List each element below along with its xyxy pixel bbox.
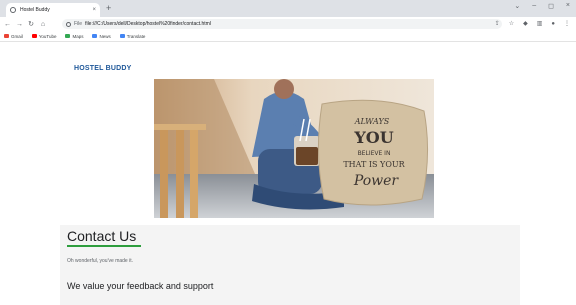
close-tab-icon[interactable]: ×	[92, 7, 96, 13]
info-icon[interactable]	[66, 21, 71, 27]
toolbar-right-icons: ⇪ ☆ ◆ ▥ ● ⋮	[495, 19, 570, 29]
bookmark-news-icon	[92, 34, 98, 38]
bookmark-star-icon[interactable]: ☆	[509, 19, 514, 29]
page-content: HOSTEL BUDDY ALWAYS YOU BELIEVE IN THAT …	[0, 42, 576, 305]
pillow-text-line2: YOU	[353, 128, 393, 147]
tab-search-icon[interactable]: ⌄	[514, 2, 520, 10]
hero-image: ALWAYS YOU BELIEVE IN THAT IS YOUR Power	[154, 79, 434, 218]
back-arrow-icon[interactable]: ←	[4, 21, 11, 28]
tab-bar: Hostel Buddy × + ⌄ – ◻ ×	[0, 0, 576, 17]
url-text[interactable]: file:///C:/Users/dell/Desktop/hostel%20f…	[85, 21, 211, 27]
feedback-heading: We value your feedback and support	[67, 281, 214, 291]
bookmark-youtube[interactable]: YouTube	[31, 33, 57, 39]
browser-tab[interactable]: Hostel Buddy ×	[6, 3, 100, 17]
new-tab-button[interactable]: +	[106, 3, 111, 14]
share-icon[interactable]: ⇪	[495, 19, 500, 29]
pillow-text-line1: ALWAYS	[354, 117, 390, 126]
bookmark-translate-icon	[119, 34, 125, 38]
bookmark-label: Maps	[72, 33, 84, 39]
reload-icon[interactable]: ↻	[28, 20, 34, 28]
bookmark-label: Translate	[126, 33, 146, 39]
title-underline	[67, 245, 141, 247]
bookmark-youtube-icon	[31, 34, 37, 38]
side-panel-icon[interactable]: ▥	[537, 19, 543, 29]
forward-arrow-icon[interactable]: →	[16, 21, 23, 28]
home-icon[interactable]: ⌂	[40, 21, 46, 28]
pillow-text-line4: THAT IS YOUR	[343, 160, 405, 169]
contact-subtitle: Oh wonderful, you've made it.	[67, 258, 133, 264]
window-controls: ⌄ – ◻ ×	[514, 2, 570, 10]
menu-icon[interactable]: ⋮	[564, 19, 570, 29]
tab-title: Hostel Buddy	[20, 7, 50, 13]
minimize-button[interactable]: –	[532, 2, 536, 10]
close-window-button[interactable]: ×	[566, 2, 570, 10]
bookmark-maps-icon	[65, 34, 71, 38]
profile-icon[interactable]: ●	[551, 19, 555, 29]
maximize-button[interactable]: ◻	[548, 2, 554, 10]
url-scheme: File	[74, 21, 83, 27]
bookmarks-bar: Gmail YouTube Maps News Translate	[0, 31, 576, 42]
bookmark-label: News	[99, 33, 111, 39]
bookmark-gmail-icon	[4, 34, 9, 38]
extensions-icon[interactable]: ◆	[523, 19, 528, 29]
bookmark-translate[interactable]: Translate	[119, 33, 146, 39]
bookmark-gmail[interactable]: Gmail	[4, 34, 23, 39]
bookmark-label: Gmail	[11, 33, 23, 39]
contact-title: Contact Us	[67, 228, 137, 244]
site-logo[interactable]: HOSTEL BUDDY	[74, 65, 132, 72]
bookmark-label: YouTube	[38, 33, 57, 39]
globe-icon	[10, 7, 16, 13]
pillow-text-line3: BELIEVE IN	[358, 150, 391, 157]
bookmark-news[interactable]: News	[92, 33, 111, 39]
address-bar[interactable]: File file:///C:/Users/dell/Desktop/hoste…	[62, 19, 502, 29]
pillow-text-line5: Power	[353, 173, 400, 189]
bookmark-maps[interactable]: Maps	[65, 34, 83, 39]
